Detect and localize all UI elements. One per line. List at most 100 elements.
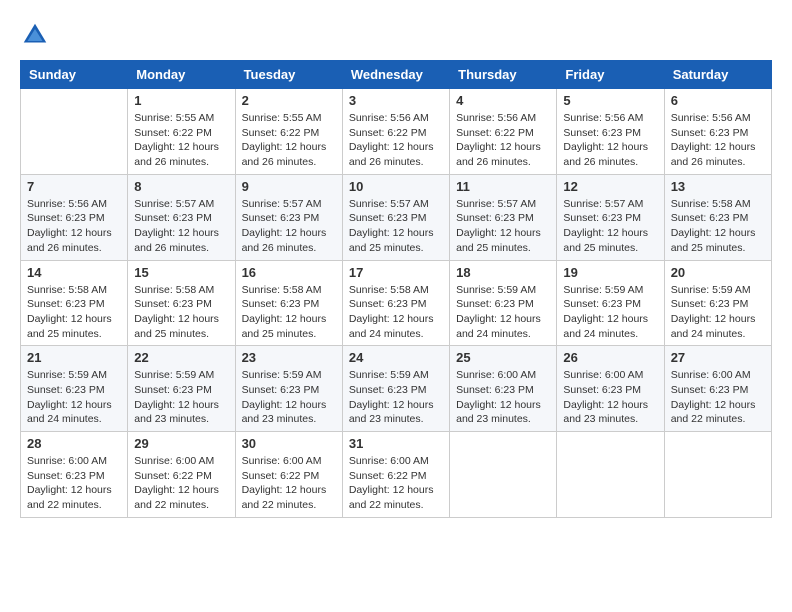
day-info: Sunrise: 5:56 AM Sunset: 6:23 PM Dayligh… bbox=[27, 197, 121, 256]
day-number: 25 bbox=[456, 350, 550, 365]
col-monday: Monday bbox=[128, 61, 235, 89]
calendar-cell: 19Sunrise: 5:59 AM Sunset: 6:23 PM Dayli… bbox=[557, 260, 664, 346]
week-row-1: 1 Sunrise: 5:55 AM Sunset: 6:22 PM Daylig… bbox=[21, 89, 772, 175]
calendar-cell: 12 Sunrise: 5:57 AM Sunset: 6:23 PM Dayli… bbox=[557, 174, 664, 260]
day-info: Sunrise: 5:58 AM Sunset: 6:23 PM Dayligh… bbox=[671, 197, 765, 256]
calendar-cell: 4 Sunrise: 5:56 AM Sunset: 6:22 PM Daylig… bbox=[450, 89, 557, 175]
day-number: 14 bbox=[27, 265, 121, 280]
day-number: 31 bbox=[349, 436, 443, 451]
calendar-cell: 23Sunrise: 5:59 AM Sunset: 6:23 PM Dayli… bbox=[235, 346, 342, 432]
day-info: Sunrise: 5:57 AM Sunset: 6:23 PM Dayligh… bbox=[134, 197, 228, 256]
day-number: 26 bbox=[563, 350, 657, 365]
calendar-cell: 14 Sunrise: 5:58 AM Sunset: 6:23 PM Dayli… bbox=[21, 260, 128, 346]
day-number: 6 bbox=[671, 93, 765, 108]
calendar-cell: 31 Sunrise: 6:00 AM Sunset: 6:22 PM Dayli… bbox=[342, 432, 449, 518]
calendar-cell: 13 Sunrise: 5:58 AM Sunset: 6:23 PM Dayli… bbox=[664, 174, 771, 260]
day-number: 18 bbox=[456, 265, 550, 280]
week-row-4: 21 Sunrise: 5:59 AM Sunset: 6:23 PM Dayli… bbox=[21, 346, 772, 432]
calendar-cell bbox=[450, 432, 557, 518]
calendar-cell: 17Sunrise: 5:58 AM Sunset: 6:23 PM Dayli… bbox=[342, 260, 449, 346]
day-info: Sunrise: 5:58 AM Sunset: 6:23 PM Dayligh… bbox=[27, 283, 121, 342]
day-number: 29 bbox=[134, 436, 228, 451]
week-row-5: 28Sunrise: 6:00 AM Sunset: 6:23 PM Dayli… bbox=[21, 432, 772, 518]
calendar-cell: 21Sunrise: 5:59 AM Sunset: 6:23 PM Dayli… bbox=[21, 346, 128, 432]
day-number: 16 bbox=[242, 265, 336, 280]
col-friday: Friday bbox=[557, 61, 664, 89]
day-info: Sunrise: 5:56 AM Sunset: 6:23 PM Dayligh… bbox=[671, 111, 765, 170]
day-info: Sunrise: 5:55 AM Sunset: 6:22 PM Dayligh… bbox=[242, 111, 336, 170]
day-info: Sunrise: 5:57 AM Sunset: 6:23 PM Dayligh… bbox=[456, 197, 550, 256]
week-row-3: 14 Sunrise: 5:58 AM Sunset: 6:23 PM Dayli… bbox=[21, 260, 772, 346]
day-number: 15 bbox=[134, 265, 228, 280]
header-row: Sunday Monday Tuesday Wednesday Thursday… bbox=[21, 61, 772, 89]
calendar-cell: 18 Sunrise: 5:59 AM Sunset: 6:23 PM Dayli… bbox=[450, 260, 557, 346]
calendar-cell: 7 Sunrise: 5:56 AM Sunset: 6:23 PM Daylig… bbox=[21, 174, 128, 260]
day-number: 9 bbox=[242, 179, 336, 194]
calendar-cell: 16 Sunrise: 5:58 AM Sunset: 6:23 PM Dayli… bbox=[235, 260, 342, 346]
day-info: Sunrise: 5:57 AM Sunset: 6:23 PM Dayligh… bbox=[242, 197, 336, 256]
day-info: Sunrise: 5:59 AM Sunset: 6:23 PM Dayligh… bbox=[671, 283, 765, 342]
calendar-cell: 5Sunrise: 5:56 AM Sunset: 6:23 PM Daylig… bbox=[557, 89, 664, 175]
calendar-cell: 27 Sunrise: 6:00 AM Sunset: 6:23 PM Dayli… bbox=[664, 346, 771, 432]
calendar-cell: 9 Sunrise: 5:57 AM Sunset: 6:23 PM Daylig… bbox=[235, 174, 342, 260]
day-number: 30 bbox=[242, 436, 336, 451]
logo bbox=[20, 20, 54, 50]
week-row-2: 7 Sunrise: 5:56 AM Sunset: 6:23 PM Daylig… bbox=[21, 174, 772, 260]
day-info: Sunrise: 6:00 AM Sunset: 6:22 PM Dayligh… bbox=[134, 454, 228, 513]
page-header bbox=[20, 20, 772, 50]
calendar-cell: 15Sunrise: 5:58 AM Sunset: 6:23 PM Dayli… bbox=[128, 260, 235, 346]
day-number: 11 bbox=[456, 179, 550, 194]
calendar-cell: 3 Sunrise: 5:56 AM Sunset: 6:22 PM Daylig… bbox=[342, 89, 449, 175]
day-info: Sunrise: 5:56 AM Sunset: 6:22 PM Dayligh… bbox=[456, 111, 550, 170]
day-info: Sunrise: 6:00 AM Sunset: 6:23 PM Dayligh… bbox=[671, 368, 765, 427]
day-number: 10 bbox=[349, 179, 443, 194]
calendar-cell: 1 Sunrise: 5:55 AM Sunset: 6:22 PM Daylig… bbox=[128, 89, 235, 175]
calendar-table: Sunday Monday Tuesday Wednesday Thursday… bbox=[20, 60, 772, 518]
day-info: Sunrise: 6:00 AM Sunset: 6:23 PM Dayligh… bbox=[563, 368, 657, 427]
day-info: Sunrise: 5:57 AM Sunset: 6:23 PM Dayligh… bbox=[563, 197, 657, 256]
calendar-cell bbox=[21, 89, 128, 175]
col-thursday: Thursday bbox=[450, 61, 557, 89]
day-number: 20 bbox=[671, 265, 765, 280]
day-number: 21 bbox=[27, 350, 121, 365]
day-info: Sunrise: 6:00 AM Sunset: 6:22 PM Dayligh… bbox=[349, 454, 443, 513]
calendar-cell: 24 Sunrise: 5:59 AM Sunset: 6:23 PM Dayli… bbox=[342, 346, 449, 432]
day-number: 3 bbox=[349, 93, 443, 108]
day-number: 8 bbox=[134, 179, 228, 194]
day-info: Sunrise: 5:59 AM Sunset: 6:23 PM Dayligh… bbox=[456, 283, 550, 342]
day-info: Sunrise: 5:58 AM Sunset: 6:23 PM Dayligh… bbox=[242, 283, 336, 342]
calendar-cell bbox=[664, 432, 771, 518]
col-wednesday: Wednesday bbox=[342, 61, 449, 89]
calendar-cell: 8 Sunrise: 5:57 AM Sunset: 6:23 PM Daylig… bbox=[128, 174, 235, 260]
day-number: 24 bbox=[349, 350, 443, 365]
day-number: 1 bbox=[134, 93, 228, 108]
col-sunday: Sunday bbox=[21, 61, 128, 89]
calendar-cell: 2 Sunrise: 5:55 AM Sunset: 6:22 PM Daylig… bbox=[235, 89, 342, 175]
day-number: 23 bbox=[242, 350, 336, 365]
day-info: Sunrise: 5:57 AM Sunset: 6:23 PM Dayligh… bbox=[349, 197, 443, 256]
day-number: 7 bbox=[27, 179, 121, 194]
day-number: 19 bbox=[563, 265, 657, 280]
calendar-cell: 20 Sunrise: 5:59 AM Sunset: 6:23 PM Dayli… bbox=[664, 260, 771, 346]
day-number: 28 bbox=[27, 436, 121, 451]
day-info: Sunrise: 5:55 AM Sunset: 6:22 PM Dayligh… bbox=[134, 111, 228, 170]
calendar-cell bbox=[557, 432, 664, 518]
col-tuesday: Tuesday bbox=[235, 61, 342, 89]
day-number: 13 bbox=[671, 179, 765, 194]
calendar-cell: 11 Sunrise: 5:57 AM Sunset: 6:23 PM Dayli… bbox=[450, 174, 557, 260]
day-info: Sunrise: 6:00 AM Sunset: 6:23 PM Dayligh… bbox=[456, 368, 550, 427]
calendar-cell: 28Sunrise: 6:00 AM Sunset: 6:23 PM Dayli… bbox=[21, 432, 128, 518]
calendar-cell: 22Sunrise: 5:59 AM Sunset: 6:23 PM Dayli… bbox=[128, 346, 235, 432]
calendar-cell: 29 Sunrise: 6:00 AM Sunset: 6:22 PM Dayli… bbox=[128, 432, 235, 518]
day-number: 12 bbox=[563, 179, 657, 194]
calendar-cell: 30Sunrise: 6:00 AM Sunset: 6:22 PM Dayli… bbox=[235, 432, 342, 518]
day-number: 22 bbox=[134, 350, 228, 365]
col-saturday: Saturday bbox=[664, 61, 771, 89]
day-number: 4 bbox=[456, 93, 550, 108]
day-number: 27 bbox=[671, 350, 765, 365]
day-number: 17 bbox=[349, 265, 443, 280]
calendar-cell: 10 Sunrise: 5:57 AM Sunset: 6:23 PM Dayli… bbox=[342, 174, 449, 260]
day-info: Sunrise: 5:59 AM Sunset: 6:23 PM Dayligh… bbox=[349, 368, 443, 427]
day-number: 2 bbox=[242, 93, 336, 108]
day-info: Sunrise: 5:56 AM Sunset: 6:22 PM Dayligh… bbox=[349, 111, 443, 170]
